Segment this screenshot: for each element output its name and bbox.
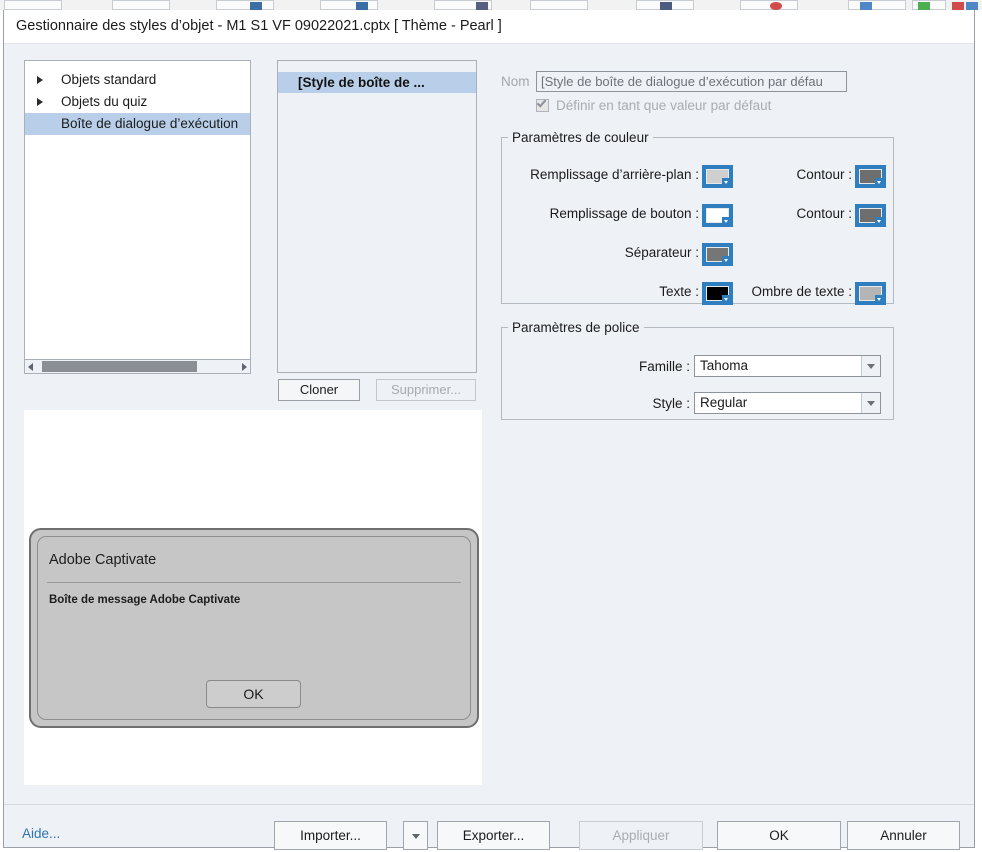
separator-label: Séparateur : (624, 245, 699, 260)
dialog-titlebar: Gestionnaire des styles d’objet - M1 S1 … (4, 10, 974, 44)
clone-button[interactable]: Cloner (278, 379, 360, 401)
preview-message-divider (47, 582, 461, 583)
expand-arrow-icon[interactable] (37, 76, 43, 84)
help-link[interactable]: Aide... (22, 826, 60, 841)
scroll-left-arrow-icon[interactable] (28, 363, 33, 371)
row-text-shadow: Ombre de texte : (742, 280, 852, 306)
button-outline-label: Contour : (796, 206, 852, 221)
style-list-item-selected[interactable]: [Style de boîte de ... (278, 72, 476, 93)
chevron-down-icon[interactable] (722, 178, 731, 186)
font-style-label: Style : (652, 396, 690, 411)
background-fill-label: Remplissage d’arrière-plan : (530, 167, 699, 182)
button-fill-color-swatch[interactable] (702, 204, 733, 227)
set-as-default-label: Définir en tant que valeur par défaut (556, 98, 772, 113)
separator-color-swatch[interactable] (702, 243, 733, 266)
tree-item-label: Objets standard (61, 72, 157, 87)
button-outline-color-swatch[interactable] (855, 204, 886, 227)
text-color-label: Texte : (659, 284, 699, 299)
tree-item-label: Boîte de dialogue d’exécution (61, 116, 239, 131)
tree-item-objets-du-quiz[interactable]: Objets du quiz (25, 91, 250, 113)
chevron-down-icon[interactable] (861, 393, 880, 413)
font-family-select[interactable]: Tahoma (694, 355, 881, 377)
tree-item-objets-standard[interactable]: Objets standard (25, 69, 250, 91)
chevron-down-icon[interactable] (875, 178, 884, 186)
export-button[interactable]: Exporter... (437, 821, 550, 850)
scroll-right-arrow-icon[interactable] (242, 363, 247, 371)
row-background-fill: Remplissage d’arrière-plan : (502, 163, 699, 189)
dialog-title: Gestionnaire des styles d’objet - M1 S1 … (16, 18, 502, 34)
name-label: Nom (501, 74, 530, 89)
chevron-down-icon[interactable] (875, 217, 884, 225)
chevron-down-icon[interactable] (861, 356, 880, 376)
footer-divider (4, 804, 974, 805)
checkbox-icon[interactable] (536, 97, 549, 112)
row-background-outline: Contour : (742, 163, 852, 189)
font-settings-legend: Paramètres de police (512, 320, 640, 335)
row-font-family: Famille : (502, 355, 690, 379)
chevron-down-icon[interactable] (722, 217, 731, 225)
row-button-fill: Remplissage de bouton : (502, 202, 699, 228)
color-settings-legend: Paramètres de couleur (512, 130, 649, 145)
font-family-label: Famille : (638, 359, 690, 374)
font-style-value: Regular (700, 395, 748, 410)
background-outline-label: Contour : (796, 167, 852, 182)
row-button-outline: Contour : (742, 202, 852, 228)
text-color-swatch[interactable] (702, 282, 733, 305)
preview-message-title: Adobe Captivate (49, 552, 157, 568)
object-style-manager-dialog: Gestionnaire des styles d’objet - M1 S1 … (3, 10, 975, 850)
row-text: Texte : (502, 280, 699, 306)
tree-item-label: Objets du quiz (61, 94, 148, 109)
text-shadow-label: Ombre de texte : (751, 284, 852, 299)
style-list[interactable]: [Style de boîte de ... (277, 60, 477, 373)
import-button[interactable]: Importer... (274, 821, 387, 850)
style-name-input[interactable]: [Style de boîte de dialogue d’exécution … (536, 71, 847, 92)
preview-message-body: Boîte de message Adobe Captivate (49, 594, 241, 606)
background-app-strip (0, 0, 982, 10)
tree-horizontal-scrollbar[interactable] (24, 359, 251, 374)
chevron-down-icon[interactable] (722, 295, 731, 303)
expand-arrow-icon[interactable] (37, 98, 43, 106)
chevron-down-icon[interactable] (875, 295, 884, 303)
color-settings-group: Paramètres de couleur Remplissage d’arri… (501, 130, 894, 306)
delete-button: Supprimer... (376, 379, 476, 401)
button-fill-label: Remplissage de bouton : (549, 206, 699, 221)
apply-button: Appliquer (579, 821, 703, 850)
row-font-style: Style : (502, 392, 690, 416)
chevron-down-icon[interactable] (722, 256, 731, 264)
style-preview-panel: Adobe Captivate Boîte de message Adobe C… (24, 410, 482, 785)
row-separator: Séparateur : (502, 241, 699, 267)
tree-item-boite-de-dialogue-execution[interactable]: Boîte de dialogue d’exécution (25, 113, 250, 135)
cancel-button[interactable]: Annuler (847, 821, 960, 850)
font-settings-group: Paramètres de police Famille : Tahoma St… (501, 320, 894, 420)
background-outline-color-swatch[interactable] (855, 165, 886, 188)
scrollbar-thumb[interactable] (42, 361, 197, 372)
object-category-tree[interactable]: Objets standard Objets du quiz Boîte de … (24, 60, 251, 367)
font-family-value: Tahoma (700, 358, 749, 373)
preview-message-box: Adobe Captivate Boîte de message Adobe C… (29, 528, 479, 728)
ok-button[interactable]: OK (717, 821, 841, 850)
import-dropdown-button[interactable] (403, 821, 428, 850)
text-shadow-color-swatch[interactable] (855, 282, 886, 305)
background-fill-color-swatch[interactable] (702, 165, 733, 188)
preview-ok-button: OK (206, 680, 301, 708)
font-style-select[interactable]: Regular (694, 392, 881, 414)
